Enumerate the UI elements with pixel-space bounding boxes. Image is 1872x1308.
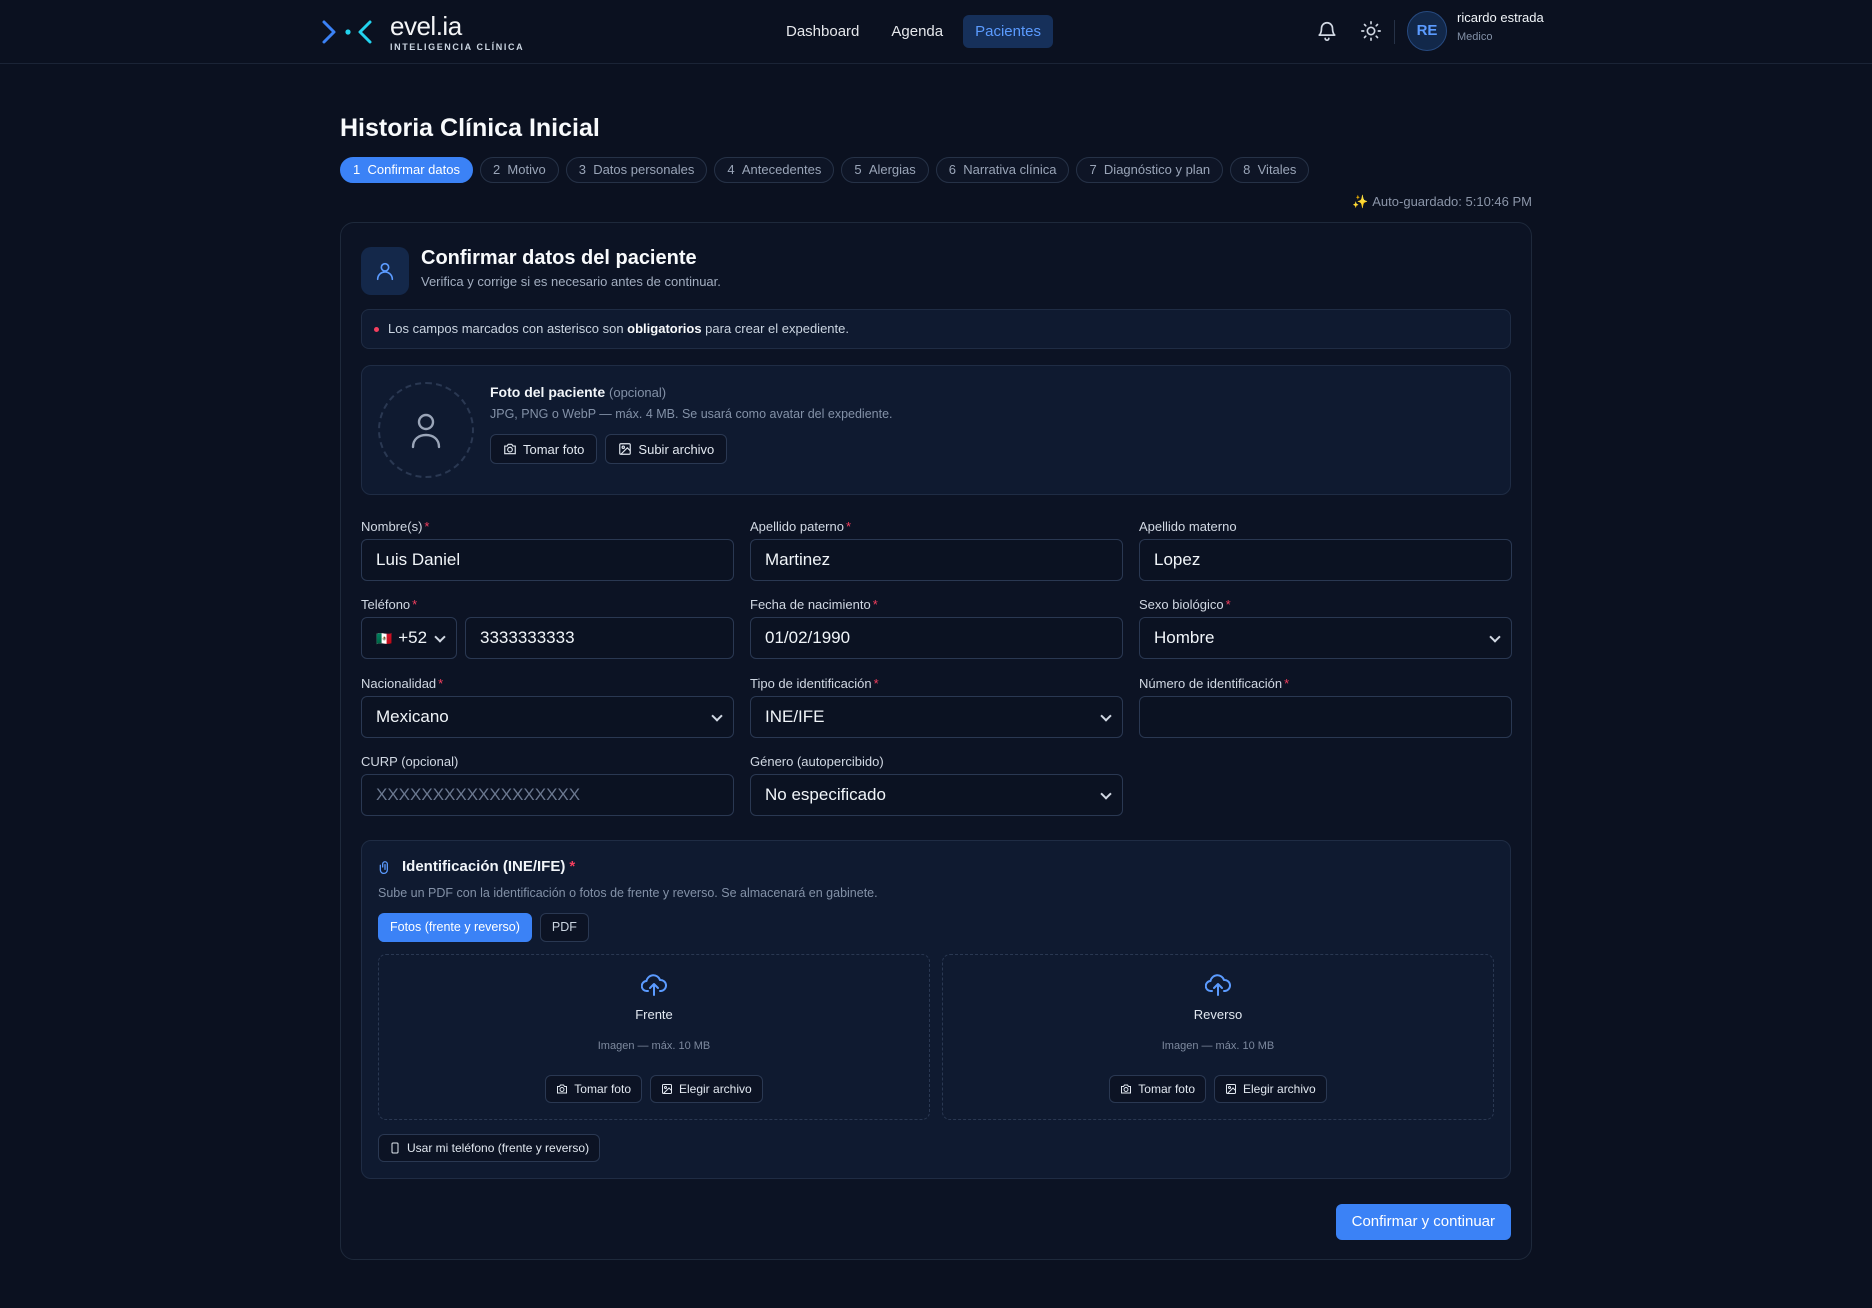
- camera-icon: [557, 1084, 568, 1094]
- patient-form-card: Confirmar datos del paciente Verifica y …: [340, 222, 1532, 1260]
- user-role: Medico: [1457, 31, 1493, 43]
- numero-identificacion-input[interactable]: [1139, 696, 1512, 738]
- card-title: Confirmar datos del paciente: [421, 247, 697, 269]
- image-icon: [662, 1084, 672, 1094]
- nacionalidad-select[interactable]: Mexicano: [361, 696, 734, 738]
- apellido-materno-label: Apellido materno: [1139, 519, 1237, 534]
- image-icon: [1226, 1084, 1236, 1094]
- logo-icon: [322, 20, 372, 44]
- sun-icon[interactable]: [1360, 20, 1382, 42]
- fecha-nacimiento-label: Fecha de nacimiento *: [750, 597, 878, 612]
- wizard-steps: 1 Confirmar datos 2 Motivo 3 Datos perso…: [340, 157, 1310, 183]
- back-label: Reverso: [1193, 1007, 1243, 1022]
- front-hint: Imagen — máx. 10 MB: [597, 1040, 711, 1052]
- tab-pdf[interactable]: PDF: [539, 913, 589, 942]
- step-7[interactable]: 7 Diagnóstico y plan: [1076, 157, 1224, 183]
- identification-subtitle: Sube un PDF con la identificación o foto…: [378, 886, 878, 900]
- divider: [1394, 20, 1395, 44]
- nombre-label: Nombre(s) *: [361, 519, 430, 534]
- country-code-select[interactable]: 🇲🇽 +52: [361, 617, 457, 659]
- page-title: Historia Clínica Inicial: [340, 114, 600, 142]
- photo-section: Foto del paciente (opcional) JPG, PNG o …: [361, 365, 1511, 495]
- nav-dashboard[interactable]: Dashboard: [774, 15, 871, 48]
- autosave-status: ✨ Auto-guardado: 5:10:46 PM: [1352, 194, 1532, 209]
- camera-icon: [1121, 1084, 1132, 1094]
- mexico-flag-icon: 🇲🇽: [376, 631, 393, 646]
- user-avatar[interactable]: RE: [1407, 11, 1447, 51]
- front-label: Frente: [635, 1007, 673, 1022]
- curp-label: CURP (opcional): [361, 754, 459, 769]
- confirm-continue-button[interactable]: Confirmar y continuar: [1335, 1204, 1511, 1240]
- step-5[interactable]: 5 Alergias: [841, 157, 929, 183]
- main-nav: Dashboard Agenda Pacientes: [774, 15, 1053, 48]
- sexo-select[interactable]: Hombre: [1139, 617, 1512, 659]
- bell-icon[interactable]: [1316, 20, 1338, 42]
- nacionalidad-label: Nacionalidad *: [361, 676, 444, 691]
- fecha-nacimiento-input[interactable]: 01/02/1990: [750, 617, 1123, 659]
- front-dropzone[interactable]: Frente Imagen — máx. 10 MB Tomar foto El…: [378, 954, 930, 1120]
- camera-icon: [504, 443, 516, 455]
- tipo-identificacion-select[interactable]: INE/IFE: [750, 696, 1123, 738]
- step-1[interactable]: 1 Confirmar datos: [340, 157, 473, 183]
- user-icon: [361, 247, 409, 295]
- telefono-label: Teléfono *: [361, 597, 418, 612]
- step-6[interactable]: 6 Narrativa clínica: [935, 157, 1070, 183]
- top-navbar: evel.ia INTELIGENCIA CLÍNICA Dashboard A…: [0, 0, 1872, 64]
- smartphone-icon: [391, 1142, 399, 1154]
- curp-input[interactable]: XXXXXXXXXXXXXXXXXX: [361, 774, 734, 816]
- identification-title: Identificación (INE/IFE) *: [402, 858, 576, 875]
- step-2[interactable]: 2 Motivo: [479, 157, 559, 183]
- nav-pacientes[interactable]: Pacientes: [963, 15, 1053, 48]
- avatar-placeholder[interactable]: [378, 382, 474, 478]
- paperclip-icon: [379, 861, 388, 875]
- brand-logo[interactable]: evel.ia INTELIGENCIA CLÍNICA: [320, 12, 524, 52]
- back-choose-file-button[interactable]: Elegir archivo: [1214, 1075, 1327, 1103]
- brand-tagline: INTELIGENCIA CLÍNICA: [390, 42, 525, 52]
- apellido-paterno-input[interactable]: Martinez: [750, 539, 1123, 581]
- telefono-input[interactable]: 3333333333: [465, 617, 734, 659]
- identification-upload-section: Identificación (INE/IFE) * Sube un PDF co…: [361, 840, 1511, 1179]
- apellido-paterno-label: Apellido paterno *: [750, 519, 852, 534]
- front-take-photo-button[interactable]: Tomar foto: [545, 1075, 642, 1103]
- sexo-label: Sexo biológico *: [1139, 597, 1231, 612]
- back-take-photo-button[interactable]: Tomar foto: [1109, 1075, 1206, 1103]
- take-photo-button[interactable]: Tomar foto: [490, 434, 598, 464]
- required-notice: Los campos marcados con asterisco son ob…: [361, 309, 1511, 349]
- user-name: ricardo estrada: [1457, 10, 1544, 25]
- cloud-upload-icon: [1205, 974, 1231, 996]
- image-icon: [619, 443, 632, 455]
- person-icon: [411, 413, 441, 449]
- step-3[interactable]: 3 Datos personales: [565, 157, 708, 183]
- sparkle-icon: ✨: [1352, 194, 1369, 209]
- upload-file-button[interactable]: Subir archivo: [605, 434, 728, 464]
- back-dropzone[interactable]: Reverso Imagen — máx. 10 MB Tomar foto E…: [942, 954, 1494, 1120]
- apellido-materno-input[interactable]: Lopez: [1139, 539, 1512, 581]
- photo-title: Foto del paciente (opcional): [490, 384, 667, 400]
- use-phone-button[interactable]: Usar mi teléfono (frente y reverso): [378, 1134, 601, 1162]
- genero-select[interactable]: No especificado: [750, 774, 1123, 816]
- step-4[interactable]: 4 Antecedentes: [714, 157, 835, 183]
- card-subtitle: Verifica y corrige si es necesario antes…: [421, 274, 721, 289]
- back-hint: Imagen — máx. 10 MB: [1161, 1040, 1275, 1052]
- numero-identificacion-label: Número de identificación *: [1139, 676, 1290, 691]
- brand-name: evel.ia: [390, 11, 462, 41]
- front-choose-file-button[interactable]: Elegir archivo: [650, 1075, 763, 1103]
- tipo-identificacion-label: Tipo de identificación *: [750, 676, 879, 691]
- cloud-upload-icon: [641, 974, 667, 996]
- tab-fotos[interactable]: Fotos (frente y reverso): [378, 913, 532, 942]
- nombre-input[interactable]: Luis Daniel: [361, 539, 734, 581]
- required-dot-icon: [374, 327, 379, 332]
- photo-hint: JPG, PNG o WebP — máx. 4 MB. Se usará co…: [490, 407, 893, 421]
- nav-agenda[interactable]: Agenda: [879, 15, 955, 48]
- step-8[interactable]: 8 Vitales: [1230, 157, 1310, 183]
- genero-label: Género (autopercibido): [750, 754, 884, 769]
